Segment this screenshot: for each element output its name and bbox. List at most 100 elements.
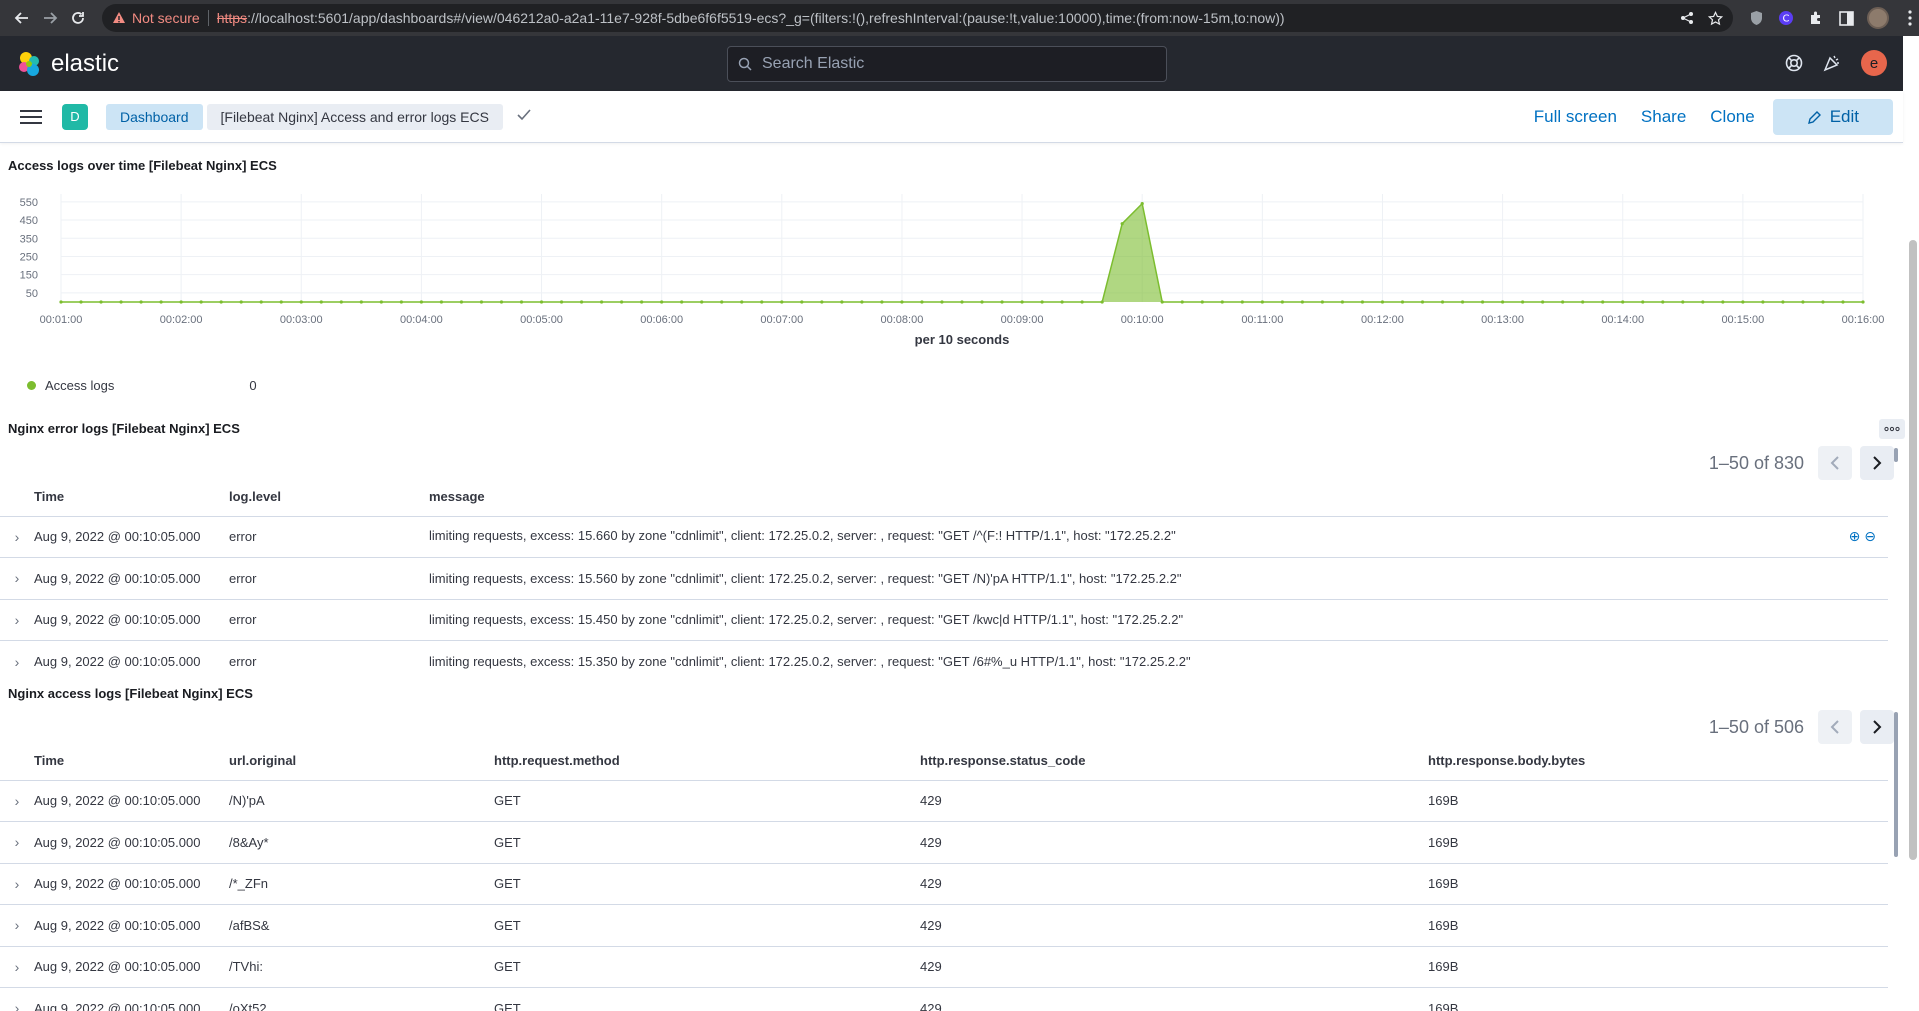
filter-for-value-icon[interactable]: ⊕ [1849, 528, 1861, 544]
cell-url: /N)'pA [229, 780, 494, 822]
data-point [1340, 300, 1345, 304]
column-header-status-code[interactable]: http.response.status_code [920, 742, 1428, 781]
previous-page-button[interactable] [1818, 446, 1852, 480]
error-table-scrollbar[interactable] [1894, 448, 1898, 462]
user-avatar[interactable]: e [1861, 50, 1887, 76]
panel-options-button[interactable] [1879, 419, 1905, 439]
cell-body-bytes: 169B [1428, 987, 1888, 1011]
cell-method: GET [494, 821, 920, 864]
data-point [1821, 300, 1825, 304]
url-scheme: https [216, 10, 248, 26]
breadcrumb-dashboard[interactable]: Dashboard [106, 103, 203, 130]
column-header-method[interactable]: http.request.method [494, 742, 920, 781]
data-point [1841, 300, 1845, 304]
access-table-scrollbar[interactable] [1894, 712, 1898, 857]
expand-row-button[interactable]: › [0, 946, 34, 988]
data-point [1220, 300, 1224, 304]
side-panel-icon[interactable] [1837, 9, 1855, 27]
table-header-row: Time url.original http.request.method ht… [0, 742, 1888, 781]
star-icon[interactable] [1708, 10, 1723, 26]
security-indicator[interactable]: Not secure [112, 10, 200, 26]
address-bar[interactable]: Not secure https://localhost:5601/app/da… [102, 4, 1733, 32]
forward-button[interactable] [36, 4, 64, 32]
space-avatar[interactable]: D [62, 103, 88, 130]
browser-profile-avatar[interactable] [1867, 7, 1889, 29]
cell-url: /oXt52 [229, 987, 494, 1011]
cell-time: Aug 9, 2022 @ 00:10:05.000 [34, 904, 229, 947]
column-header-message[interactable]: message [429, 478, 1888, 517]
reload-button[interactable] [64, 4, 92, 32]
data-point [1721, 300, 1725, 304]
expand-column-header [0, 478, 34, 517]
menu-toggle-button[interactable] [20, 109, 42, 124]
help-icon[interactable] [1785, 54, 1803, 72]
hamburger-line [20, 109, 42, 112]
filter-out-value-icon[interactable]: ⊖ [1864, 528, 1876, 544]
share-button[interactable]: Share [1629, 99, 1698, 135]
next-page-button[interactable] [1860, 710, 1894, 744]
data-point [1000, 300, 1004, 304]
cell-log-level: error [229, 599, 429, 641]
page-scrollbar[interactable] [1909, 240, 1917, 860]
expand-row-button[interactable]: › [0, 599, 34, 641]
breadcrumb: Dashboard [Filebeat Nginx] Access and er… [106, 103, 503, 130]
cell-status-code: 429 [920, 863, 1428, 905]
x-tick-label: 00:04:00 [400, 314, 443, 326]
column-header-time[interactable]: Time [34, 742, 229, 781]
data-point [1240, 300, 1244, 304]
edit-button[interactable]: Edit [1772, 99, 1893, 135]
expand-row-button[interactable]: › [0, 863, 34, 905]
browser-toolbar: Not secure https://localhost:5601/app/da… [0, 0, 1919, 36]
expand-row-button[interactable]: › [0, 641, 34, 683]
back-button[interactable] [8, 4, 36, 32]
expand-row-button[interactable]: › [0, 557, 34, 600]
newsfeed-icon[interactable] [1823, 54, 1841, 72]
expand-column-header [0, 742, 34, 781]
previous-page-button[interactable] [1818, 710, 1852, 744]
cell-url: /8&Ay* [229, 821, 494, 864]
global-search-input[interactable]: Search Elastic [727, 46, 1167, 82]
column-header-url[interactable]: url.original [229, 742, 494, 781]
expand-row-button[interactable]: › [0, 987, 34, 1011]
series-area [61, 203, 1863, 302]
expand-row-button[interactable]: › [0, 516, 34, 558]
cell-method: GET [494, 904, 920, 947]
column-header-time[interactable]: Time [34, 478, 229, 517]
data-point [1521, 300, 1525, 304]
data-point [519, 300, 524, 304]
breadcrumb-current: [Filebeat Nginx] Access and error logs E… [206, 103, 503, 130]
data-point [399, 300, 403, 304]
elastic-home-link[interactable]: elastic [15, 50, 119, 78]
full-screen-button[interactable]: Full screen [1522, 99, 1629, 135]
extension-c-icon[interactable]: C [1777, 9, 1795, 27]
column-header-body-bytes[interactable]: http.response.body.bytes [1428, 742, 1888, 781]
data-point [760, 300, 764, 304]
x-tick-label: 00:06:00 [640, 314, 683, 326]
table-row: › Aug 9, 2022 @ 00:10:05.000 error limit… [0, 641, 1888, 683]
x-axis-title: per 10 seconds [915, 332, 1010, 347]
clone-button[interactable]: Clone [1698, 99, 1766, 135]
chevron-right-icon [1873, 456, 1882, 470]
data-point [1601, 300, 1605, 304]
column-header-log-level[interactable]: log.level [229, 478, 429, 517]
browser-menu-icon[interactable] [1901, 9, 1919, 27]
cell-status-code: 429 [920, 946, 1428, 988]
share-icon[interactable] [1680, 11, 1694, 25]
expand-row-button[interactable]: › [0, 904, 34, 947]
shield-extension-icon[interactable] [1747, 9, 1765, 27]
next-page-button[interactable] [1860, 446, 1894, 480]
x-tick-label: 00:12:00 [1361, 314, 1404, 326]
dashboard-actions: Full screen Share Clone Edit [1522, 99, 1893, 135]
access-logs-chart[interactable]: 00:01:00 00:02:00 00:03:00 00:04:00 00:05:00… [0, 190, 1903, 360]
data-point [199, 300, 203, 304]
cell-status-code: 429 [920, 904, 1428, 947]
cell-body-bytes: 169B [1428, 863, 1888, 905]
data-point [79, 300, 83, 304]
cell-message: limiting requests, excess: 15.660 by zon… [429, 528, 1176, 544]
legend-label[interactable]: Access logs [45, 378, 114, 393]
y-tick-label: 150 [20, 270, 38, 282]
puzzle-extensions-icon[interactable] [1807, 9, 1825, 27]
data-point [980, 300, 984, 304]
expand-row-button[interactable]: › [0, 780, 34, 822]
expand-row-button[interactable]: › [0, 821, 34, 864]
